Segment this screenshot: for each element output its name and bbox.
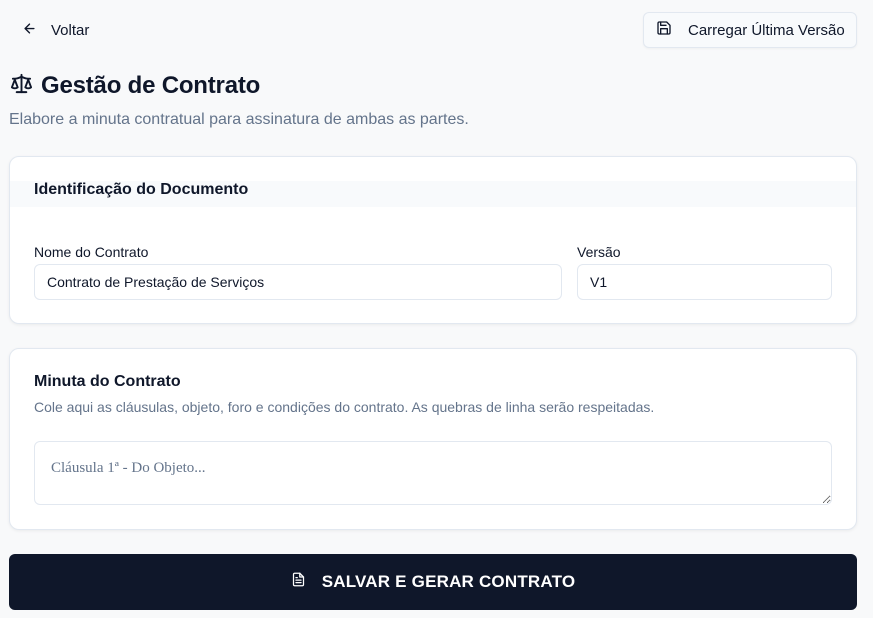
back-button-label: Voltar bbox=[51, 21, 90, 39]
contract-name-label: Nome do Contrato bbox=[34, 244, 149, 260]
identification-card: Identificação do Documento Nome do Contr… bbox=[9, 156, 857, 324]
file-text-icon bbox=[291, 572, 306, 592]
save-icon bbox=[656, 20, 672, 40]
save-and-generate-button[interactable]: SALVAR E GERAR CONTRATO bbox=[9, 554, 857, 610]
draft-card-title: Minuta do Contrato bbox=[34, 373, 181, 390]
identification-card-title: Identificação do Documento bbox=[34, 181, 249, 198]
version-input[interactable] bbox=[577, 264, 832, 300]
page-title: Gestão de Contrato bbox=[41, 72, 261, 99]
save-and-generate-label: SALVAR E GERAR CONTRATO bbox=[321, 572, 576, 591]
contract-draft-textarea[interactable] bbox=[34, 441, 832, 505]
contract-name-input[interactable] bbox=[34, 264, 562, 300]
back-button[interactable]: Voltar bbox=[14, 15, 97, 45]
top-bar: Voltar Carregar Última Versão bbox=[0, 0, 873, 60]
draft-card: Minuta do Contrato Cole aqui as cláusula… bbox=[9, 348, 857, 530]
page-subtitle: Elabore a minuta contratual para assinat… bbox=[9, 111, 469, 128]
page-title-row: Gestão de Contrato bbox=[10, 72, 260, 100]
scale-icon bbox=[10, 72, 33, 100]
arrow-left-icon bbox=[22, 21, 37, 40]
load-last-version-button[interactable]: Carregar Última Versão bbox=[643, 12, 857, 48]
version-label: Versão bbox=[577, 244, 621, 260]
load-button-label: Carregar Última Versão bbox=[688, 21, 845, 39]
draft-card-description: Cole aqui as cláusulas, objeto, foro e c… bbox=[34, 399, 655, 415]
